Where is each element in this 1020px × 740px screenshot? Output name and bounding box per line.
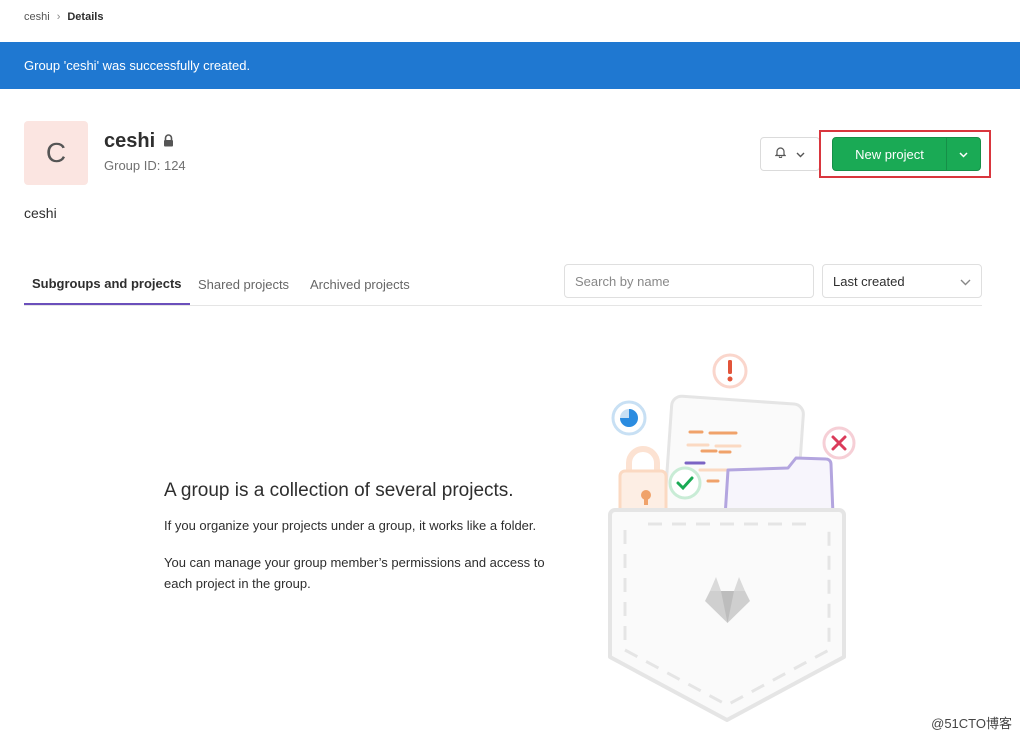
pocket-icon bbox=[608, 508, 846, 722]
breadcrumb: ceshi › Details bbox=[24, 11, 103, 23]
tab-subgroups-and-projects[interactable]: Subgroups and projects bbox=[24, 264, 190, 305]
group-description: ceshi bbox=[24, 205, 57, 221]
chevron-right-icon: › bbox=[56, 11, 61, 23]
bell-icon bbox=[774, 145, 787, 163]
new-project-dropdown-toggle[interactable] bbox=[946, 137, 981, 171]
alert-icon bbox=[712, 353, 748, 389]
error-icon bbox=[822, 426, 856, 460]
tab-archived-projects[interactable]: Archived projects bbox=[310, 264, 410, 304]
search-input[interactable] bbox=[564, 264, 814, 298]
chevron-down-icon bbox=[959, 145, 968, 163]
pie-chart-icon bbox=[611, 400, 647, 436]
empty-state-title: A group is a collection of several proje… bbox=[164, 480, 514, 501]
group-avatar: C bbox=[24, 121, 88, 185]
sort-dropdown[interactable]: Last created bbox=[822, 264, 982, 298]
watermark: @51CTO博客 bbox=[931, 716, 1012, 731]
empty-state-illustration bbox=[600, 345, 870, 730]
flash-notice: Group 'ceshi' was successfully created. bbox=[0, 42, 1020, 89]
group-title: ceshi bbox=[104, 130, 174, 153]
notification-dropdown-button[interactable] bbox=[760, 137, 820, 171]
group-id: Group ID: 124 bbox=[104, 158, 186, 173]
new-project-button[interactable]: New project bbox=[832, 137, 947, 171]
tab-shared-projects[interactable]: Shared projects bbox=[198, 264, 289, 304]
group-name: ceshi bbox=[104, 130, 156, 152]
lock-icon bbox=[163, 130, 174, 153]
breadcrumb-current[interactable]: Details bbox=[67, 11, 103, 23]
empty-state-text-folder: If you organize your projects under a gr… bbox=[164, 518, 537, 533]
check-icon bbox=[668, 466, 702, 500]
new-project-label: New project bbox=[855, 146, 924, 162]
breadcrumb-link-ceshi[interactable]: ceshi bbox=[24, 11, 50, 23]
avatar-letter: C bbox=[45, 137, 67, 168]
padlock-icon bbox=[618, 446, 668, 515]
flash-message: Group 'ceshi' was successfully created. bbox=[24, 58, 251, 73]
chevron-down-icon bbox=[960, 274, 971, 289]
empty-state-text-permissions: You can manage your group member’s permi… bbox=[164, 555, 545, 591]
chevron-down-icon bbox=[796, 145, 805, 163]
sort-selected: Last created bbox=[833, 273, 905, 289]
